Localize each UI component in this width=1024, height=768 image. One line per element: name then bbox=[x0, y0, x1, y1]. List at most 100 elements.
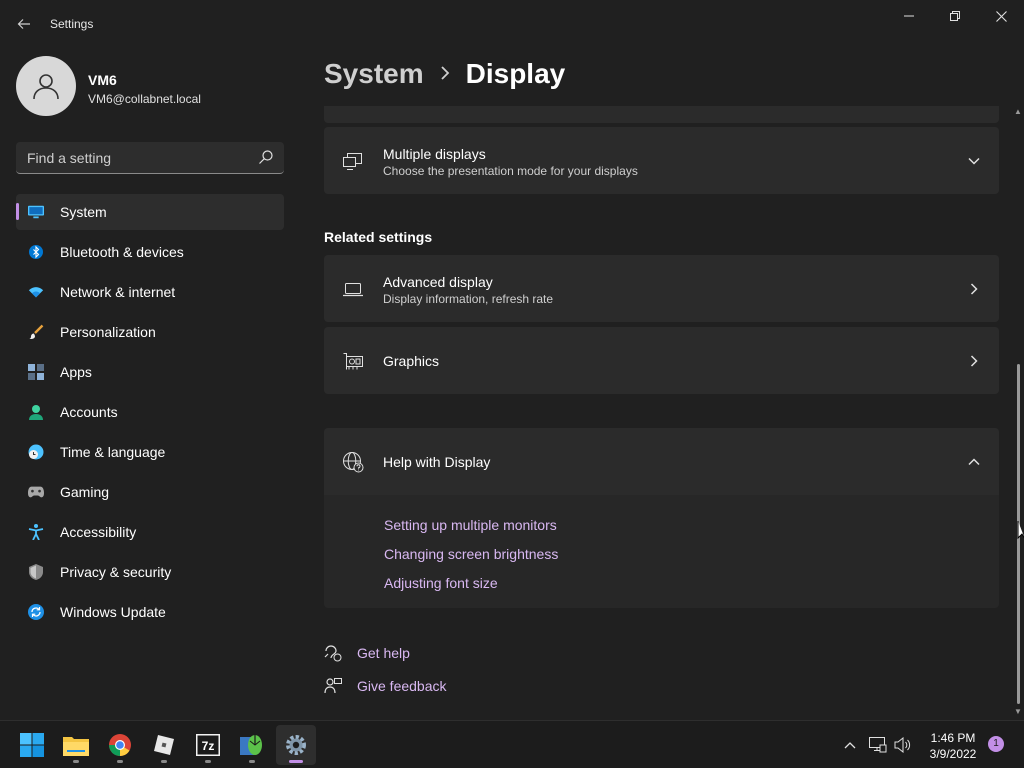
volume-tray-button[interactable] bbox=[893, 735, 913, 755]
multiple-displays-icon bbox=[343, 153, 362, 170]
settings-icon bbox=[286, 735, 306, 755]
taskbar-settings[interactable] bbox=[276, 725, 316, 765]
close-button[interactable] bbox=[978, 0, 1024, 32]
graphics-title: Graphics bbox=[383, 353, 440, 369]
chevron-down-icon[interactable] bbox=[967, 154, 981, 168]
chevron-up-icon[interactable] bbox=[967, 455, 981, 469]
sidebar-item-label: Apps bbox=[60, 364, 92, 380]
help-with-display-card[interactable]: Help with Display bbox=[324, 428, 999, 495]
app-title: Settings bbox=[50, 17, 94, 31]
sidebar-item-label: Network & internet bbox=[60, 284, 176, 300]
sidebar-item-accessibility[interactable]: Accessibility bbox=[16, 514, 284, 550]
globe-help-icon bbox=[343, 452, 364, 473]
taskbar-7zip[interactable]: 7z bbox=[188, 725, 228, 765]
notification-badge[interactable]: 1 bbox=[988, 736, 1004, 752]
get-help-link[interactable]: Get help bbox=[324, 644, 410, 662]
svg-text:7z: 7z bbox=[202, 739, 215, 753]
network-tray-button[interactable] bbox=[868, 735, 888, 755]
multiple-displays-subtitle: Choose the presentation mode for your di… bbox=[383, 164, 638, 178]
running-indicator bbox=[117, 760, 123, 763]
page-title: Display bbox=[465, 58, 566, 89]
chevron-right-icon bbox=[970, 283, 978, 295]
show-hidden-icons-button[interactable] bbox=[840, 735, 860, 755]
minimize-icon bbox=[904, 15, 914, 17]
get-help-label: Get help bbox=[357, 645, 410, 661]
multiple-displays-card[interactable]: Multiple displays Choose the presentatio… bbox=[324, 127, 999, 194]
brush-icon bbox=[28, 324, 44, 340]
taskbar-chrome[interactable] bbox=[100, 725, 140, 765]
sidebar-item-apps[interactable]: Apps bbox=[16, 354, 284, 390]
taskbar-roblox[interactable] bbox=[144, 725, 184, 765]
sidebar-item-time-language[interactable]: Time & language bbox=[16, 434, 284, 470]
breadcrumb-separator-icon bbox=[440, 64, 450, 85]
get-help-icon bbox=[324, 645, 342, 662]
back-button[interactable] bbox=[8, 10, 40, 38]
sidebar-item-network[interactable]: Network & internet bbox=[16, 274, 284, 310]
scroll-up-icon[interactable]: ▲ bbox=[1014, 108, 1022, 116]
sidebar-item-accounts[interactable]: Accounts bbox=[16, 394, 284, 430]
feedback-icon bbox=[324, 678, 342, 694]
restore-button[interactable] bbox=[932, 0, 978, 32]
minimize-button[interactable] bbox=[886, 0, 932, 32]
start-button[interactable] bbox=[12, 725, 52, 765]
sidebar-item-label: Privacy & security bbox=[60, 564, 172, 580]
network-icon bbox=[869, 737, 887, 753]
previous-setting-card[interactable] bbox=[324, 106, 999, 123]
search-input[interactable] bbox=[16, 142, 252, 173]
taskbar: 7z 1:46 PM 3/9/2022 1 bbox=[0, 720, 1024, 768]
sidebar-item-label: Personalization bbox=[60, 324, 156, 340]
help-link-multiple-monitors[interactable]: Setting up multiple monitors bbox=[384, 517, 557, 533]
scroll-down-icon[interactable]: ▼ bbox=[1014, 708, 1022, 716]
avatar bbox=[16, 56, 76, 116]
sidebar-item-label: System bbox=[60, 204, 107, 220]
breadcrumb: System Display bbox=[324, 58, 565, 90]
search-box[interactable] bbox=[16, 142, 284, 174]
breadcrumb-parent[interactable]: System bbox=[324, 58, 424, 90]
sidebar-nav: System Bluetooth & devices Network & int… bbox=[16, 194, 284, 634]
clock-date: 3/9/2022 bbox=[929, 747, 977, 761]
accounts-icon bbox=[28, 404, 44, 420]
graphics-card-icon bbox=[343, 353, 363, 370]
user-icon bbox=[33, 74, 59, 100]
main-content: System Display Multiple displays Choose … bbox=[300, 48, 1024, 720]
give-feedback-link[interactable]: Give feedback bbox=[324, 677, 447, 695]
chrome-icon bbox=[109, 734, 131, 756]
sidebar-item-personalization[interactable]: Personalization bbox=[16, 314, 284, 350]
taskbar-mouse-app[interactable] bbox=[232, 725, 272, 765]
related-settings-heading: Related settings bbox=[324, 229, 433, 245]
help-link-font-size[interactable]: Adjusting font size bbox=[384, 575, 498, 591]
laptop-icon bbox=[343, 283, 363, 297]
bluetooth-icon bbox=[28, 244, 44, 260]
taskbar-file-explorer[interactable] bbox=[56, 725, 96, 765]
file-explorer-icon bbox=[63, 737, 89, 756]
back-arrow-icon bbox=[17, 19, 30, 29]
sidebar-item-label: Accessibility bbox=[60, 524, 137, 540]
graphics-card[interactable]: Graphics bbox=[324, 327, 999, 394]
advanced-display-card[interactable]: Advanced display Display information, re… bbox=[324, 255, 999, 322]
search-icon[interactable] bbox=[258, 149, 274, 165]
shield-icon bbox=[28, 564, 44, 580]
user-name: VM6 bbox=[88, 72, 117, 88]
sidebar-item-label: Time & language bbox=[60, 444, 166, 460]
sidebar-item-label: Bluetooth & devices bbox=[60, 244, 184, 260]
give-feedback-label: Give feedback bbox=[357, 678, 447, 694]
user-profile[interactable]: VM6 VM6@collabnet.local bbox=[16, 56, 286, 118]
help-link-screen-brightness[interactable]: Changing screen brightness bbox=[384, 546, 558, 562]
multiple-displays-title: Multiple displays bbox=[383, 146, 486, 162]
help-with-display-title: Help with Display bbox=[383, 454, 491, 470]
running-indicator bbox=[205, 760, 211, 763]
scrollbar[interactable]: ▲ ▼ bbox=[1013, 108, 1023, 718]
sidebar-item-bluetooth[interactable]: Bluetooth & devices bbox=[16, 234, 284, 270]
sidebar-item-gaming[interactable]: Gaming bbox=[16, 474, 284, 510]
sidebar-item-privacy[interactable]: Privacy & security bbox=[16, 554, 284, 590]
7zip-icon: 7z bbox=[196, 734, 220, 756]
sidebar-item-label: Gaming bbox=[60, 484, 110, 500]
update-icon bbox=[28, 604, 44, 620]
restore-icon bbox=[950, 11, 960, 21]
sidebar-item-system[interactable]: System bbox=[16, 194, 284, 230]
sidebar-item-windows-update[interactable]: Windows Update bbox=[16, 594, 284, 630]
running-indicator bbox=[161, 760, 167, 763]
volume-icon bbox=[894, 737, 911, 753]
close-icon bbox=[995, 10, 1007, 22]
clock[interactable]: 1:46 PM 3/9/2022 bbox=[920, 730, 986, 762]
